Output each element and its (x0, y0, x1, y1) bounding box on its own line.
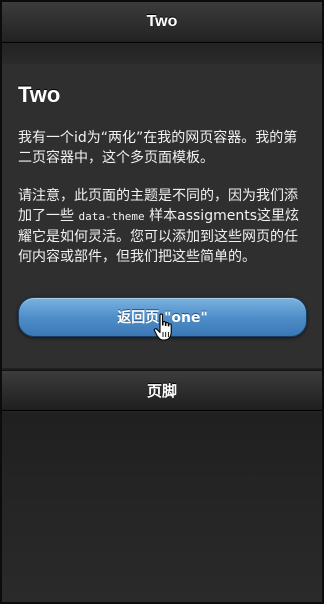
content-paragraph-2: 请注意，此页面的主题是不同的，因为我们添加了一些 data-theme 样本as… (18, 186, 306, 267)
header-spacer (2, 44, 322, 64)
page-footer: 页脚 (2, 370, 322, 411)
data-theme-code: data-theme (78, 210, 145, 223)
header-title: Two (146, 13, 178, 30)
content-paragraph-1: 我有一个id为“两化”在我的网页容器。我的第二页容器中，这个多页面模板。 (18, 130, 298, 166)
content-heading: Two (18, 82, 61, 107)
empty-background (2, 412, 322, 602)
page-header: Two (2, 2, 322, 43)
hand-pointer-icon (153, 313, 172, 341)
footer-title: 页脚 (146, 382, 177, 400)
